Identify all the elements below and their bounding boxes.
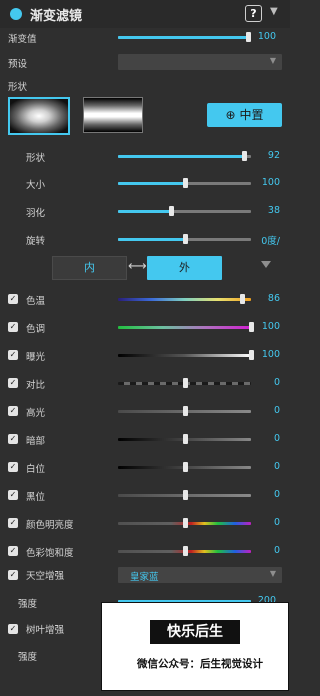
sky-enhance-checkbox[interactable]: ✓ [8, 570, 18, 580]
tint-row-checkbox[interactable]: ✓ [8, 322, 18, 332]
shape-slider-row-slider[interactable] [118, 151, 251, 161]
saturation-row-checkbox[interactable]: ✓ [8, 546, 18, 556]
radial-shape-option[interactable] [8, 97, 70, 135]
saturation-row-value[interactable]: 0 [240, 545, 280, 556]
watermark-title: 快乐后生 [150, 620, 240, 644]
rotation-slider-row-label: 旋转 [26, 236, 46, 247]
center-button-label: 中置 [239, 108, 264, 122]
gradient-value-slider[interactable] [118, 32, 252, 42]
gradient-value-number[interactable]: 100 [236, 31, 276, 42]
saturation-row-slider[interactable] [118, 546, 251, 556]
chevron-down-icon: ▼ [269, 569, 276, 578]
whites-row-label: 白位 [26, 464, 46, 475]
sky-color-value: 皇家蓝 [130, 572, 159, 583]
panel-title: 渐变滤镜 [30, 9, 83, 24]
whites-row-checkbox[interactable]: ✓ [8, 462, 18, 472]
shadows-row-slider[interactable] [118, 434, 251, 444]
triangle-down-icon[interactable]: ▼ [270, 6, 278, 17]
tint-row-label: 色调 [26, 324, 46, 335]
gradient-value-label: 渐变值 [8, 34, 37, 45]
blacks-row-knob[interactable] [182, 490, 188, 500]
rotation-slider-row-value[interactable]: 0度/ [240, 233, 280, 247]
luminance-row-knob[interactable] [182, 518, 188, 528]
luminance-row-checkbox[interactable]: ✓ [8, 518, 18, 528]
whites-row-knob[interactable] [182, 462, 188, 472]
size-slider-row-knob[interactable] [182, 178, 188, 188]
highlights-row-label: 高光 [26, 408, 46, 419]
luminance-row-slider[interactable] [118, 518, 251, 528]
chevron-down-icon: ▼ [269, 56, 276, 65]
watermark-subtitle: 微信公众号：后生视觉设计 [137, 658, 263, 670]
inner-toggle-button[interactable]: 内 [52, 256, 127, 280]
size-slider-row-fill [118, 182, 185, 185]
shape-section-label: 形状 [8, 82, 28, 93]
luminance-row-label: 颜色明亮度 [26, 520, 74, 531]
contrast-row-slider[interactable] [118, 378, 251, 388]
preset-dropdown[interactable]: ▼ [118, 54, 282, 70]
blacks-row-value[interactable]: 0 [240, 489, 280, 500]
shadows-row-knob[interactable] [182, 434, 188, 444]
whites-row-slider[interactable] [118, 462, 251, 472]
gradient-value-fill [118, 36, 249, 39]
highlights-row-knob[interactable] [182, 406, 188, 416]
arrow-left-right-icon[interactable]: ⟷ [128, 259, 147, 274]
exposure-row-checkbox[interactable]: ✓ [8, 350, 18, 360]
shape-slider-row-value[interactable]: 92 [240, 150, 280, 161]
feather-slider-row-value[interactable]: 38 [240, 205, 280, 216]
blacks-row-label: 黑位 [26, 492, 46, 503]
exposure-row-slider[interactable] [118, 350, 254, 360]
foliage-enhance-checkbox[interactable]: ✓ [8, 624, 18, 634]
saturation-row-knob[interactable] [182, 546, 188, 556]
highlights-row-slider[interactable] [118, 406, 251, 416]
tint-row-slider[interactable] [118, 322, 254, 332]
blacks-row-checkbox[interactable]: ✓ [8, 490, 18, 500]
contrast-row-value[interactable]: 0 [240, 377, 280, 388]
enable-toggle-icon[interactable] [10, 8, 22, 20]
highlights-row-value[interactable]: 0 [240, 405, 280, 416]
shadows-row-label: 暗部 [26, 436, 46, 447]
feather-slider-row-knob[interactable] [169, 206, 175, 216]
crosshair-icon: ⊕ [225, 108, 236, 122]
sky-enhance-label: 天空增强 [26, 571, 65, 582]
feather-slider-row-fill [118, 210, 172, 213]
rotation-slider-row-knob[interactable] [182, 234, 188, 244]
temperature-row-slider[interactable] [118, 294, 251, 304]
center-button[interactable]: ⊕ 中置 [207, 103, 282, 127]
saturation-row-label: 色彩饱和度 [26, 548, 74, 559]
size-slider-row-slider[interactable] [118, 178, 251, 188]
shape-slider-row-label: 形状 [26, 153, 46, 164]
contrast-row-knob[interactable] [182, 378, 188, 388]
tint-row-value[interactable]: 100 [240, 321, 280, 332]
feather-slider-row-slider[interactable] [118, 206, 251, 216]
triangle-down-icon[interactable] [261, 261, 271, 268]
exposure-row-value[interactable]: 100 [240, 349, 280, 360]
shadows-row-checkbox[interactable]: ✓ [8, 434, 18, 444]
sky-strength-label: 强度 [18, 599, 38, 610]
temperature-row-label: 色温 [26, 296, 46, 307]
highlights-row-checkbox[interactable]: ✓ [8, 406, 18, 416]
preset-label: 预设 [8, 59, 28, 70]
outer-toggle-button[interactable]: 外 [147, 256, 222, 280]
temperature-row-value[interactable]: 86 [240, 293, 280, 304]
whites-row-value[interactable]: 0 [240, 461, 280, 472]
help-button[interactable]: ? [245, 5, 262, 22]
temperature-row-checkbox[interactable]: ✓ [8, 294, 18, 304]
sky-color-dropdown[interactable]: 皇家蓝 ▼ [118, 567, 282, 583]
rotation-slider-row-fill [118, 238, 185, 241]
blacks-row-slider[interactable] [118, 490, 251, 500]
watermark-box [101, 602, 289, 691]
shadows-row-value[interactable]: 0 [240, 433, 280, 444]
feather-slider-row-label: 羽化 [26, 208, 46, 219]
linear-shape-option[interactable] [83, 97, 143, 133]
shape-slider-row-fill [118, 155, 245, 158]
contrast-row-checkbox[interactable]: ✓ [8, 378, 18, 388]
rotation-slider-row-slider[interactable] [118, 234, 251, 244]
foliage-enhance-label: 树叶增强 [26, 625, 65, 636]
luminance-row-value[interactable]: 0 [240, 517, 280, 528]
size-slider-row-label: 大小 [26, 180, 46, 191]
contrast-row-label: 对比 [26, 380, 46, 391]
size-slider-row-value[interactable]: 100 [240, 177, 280, 188]
exposure-row-label: 曝光 [26, 352, 46, 363]
foliage-strength-label: 强度 [18, 652, 38, 663]
